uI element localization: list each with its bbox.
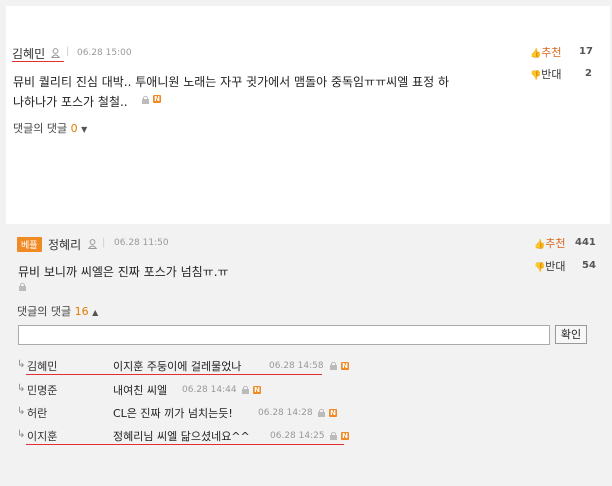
triangle-down-icon: ▼ <box>81 125 88 134</box>
reply-arrow-icon: ↳ <box>17 429 26 440</box>
oppose-label: 반대 <box>545 260 566 273</box>
comment2-oppose-button[interactable]: 👎반대 <box>534 258 565 274</box>
lock-icon <box>19 282 26 291</box>
user-icon <box>51 48 60 58</box>
comment1-author[interactable]: 김혜민 <box>12 45 45 62</box>
comment2-replies-toggle[interactable]: 댓글의 댓글 16 ▲ <box>17 303 98 319</box>
recommend-label: 추천 <box>541 46 562 59</box>
comment2-recommend-button[interactable]: 👍추천 <box>534 235 565 251</box>
lock-icon <box>318 408 325 417</box>
best-badge: 베플 <box>17 237 42 252</box>
new-mark: N <box>329 409 337 417</box>
reply-author[interactable]: 민명준 <box>27 382 57 398</box>
reply-text: 정혜리님 씨엘 닮으셨네요^^ <box>113 430 250 443</box>
comment1-oppose-button[interactable]: 👎반대 <box>530 66 561 82</box>
reply-input[interactable] <box>18 325 550 345</box>
reply-text: CL은 진짜 끼가 넘치는듯! <box>113 407 233 420</box>
new-mark: N <box>341 362 349 370</box>
reply-date: 06.28 14:28 <box>258 408 313 418</box>
comment-card-1 <box>6 6 610 224</box>
comment1-recommend-count: 17 <box>579 46 593 57</box>
divider: | <box>102 237 106 248</box>
reply-date: 06.28 14:58 <box>269 361 324 371</box>
thumbs-up-icon: 👍 <box>534 240 546 250</box>
comment2-text: 뮤비 보니까 씨엘은 진짜 포스가 넘침ㅠ.ㅠ <box>18 265 229 279</box>
reply-author[interactable]: 김혜민 <box>27 358 57 374</box>
comment1-text-line2: 나하나가 포스가 철철.. <box>13 95 128 109</box>
reply-text: 이지훈 주둥이에 걸레물었나 <box>113 360 242 373</box>
confirm-button[interactable]: 확인 <box>555 325 587 344</box>
thumbs-up-icon: 👍 <box>530 49 542 59</box>
reply-text: 내여친 씨엘 <box>113 384 168 397</box>
replies-count: 0 <box>70 122 78 135</box>
replies-count: 16 <box>74 305 89 318</box>
reply-underline <box>26 444 344 445</box>
comment2-date: 06.28 11:50 <box>114 238 169 248</box>
triangle-up-icon: ▲ <box>92 308 99 317</box>
comment1-oppose-count: 2 <box>585 68 592 79</box>
author-underline <box>12 61 64 62</box>
reply-underline <box>26 374 322 375</box>
new-mark: N <box>153 95 161 103</box>
thumbs-down-icon: 👎 <box>534 263 546 273</box>
comment1-text-line1: 뮤비 퀄리티 진심 대박.. 투애니원 노래는 자꾸 귓가에서 맴돌아 중독임ㅠ… <box>13 75 449 89</box>
replies-label: 댓글의 댓글 <box>17 305 72 318</box>
reply-date: 06.28 14:25 <box>270 431 325 441</box>
lock-icon <box>330 361 337 370</box>
reply-author[interactable]: 이지훈 <box>27 428 57 444</box>
lock-icon <box>142 95 149 104</box>
replies-label: 댓글의 댓글 <box>13 122 68 135</box>
comment2-recommend-count: 441 <box>575 237 596 248</box>
new-mark: N <box>253 386 261 394</box>
lock-icon <box>242 385 249 394</box>
reply-author[interactable]: 허란 <box>27 405 47 421</box>
reply-arrow-icon: ↳ <box>17 359 26 370</box>
comment1-date: 06.28 15:00 <box>77 48 132 58</box>
reply-arrow-icon: ↳ <box>17 383 26 394</box>
oppose-label: 반대 <box>541 68 562 81</box>
comment1-recommend-button[interactable]: 👍추천 <box>530 44 561 60</box>
reply-date: 06.28 14:44 <box>182 385 237 395</box>
comment1-replies-toggle[interactable]: 댓글의 댓글 0 ▼ <box>13 120 87 136</box>
user-icon <box>88 239 97 249</box>
lock-icon <box>330 431 337 440</box>
divider: | <box>66 46 70 57</box>
thumbs-down-icon: 👎 <box>530 71 542 81</box>
recommend-label: 추천 <box>545 237 566 250</box>
comment2-oppose-count: 54 <box>582 260 596 271</box>
new-mark: N <box>341 432 349 440</box>
reply-arrow-icon: ↳ <box>17 406 26 417</box>
comment2-author[interactable]: 정혜리 <box>48 236 81 253</box>
